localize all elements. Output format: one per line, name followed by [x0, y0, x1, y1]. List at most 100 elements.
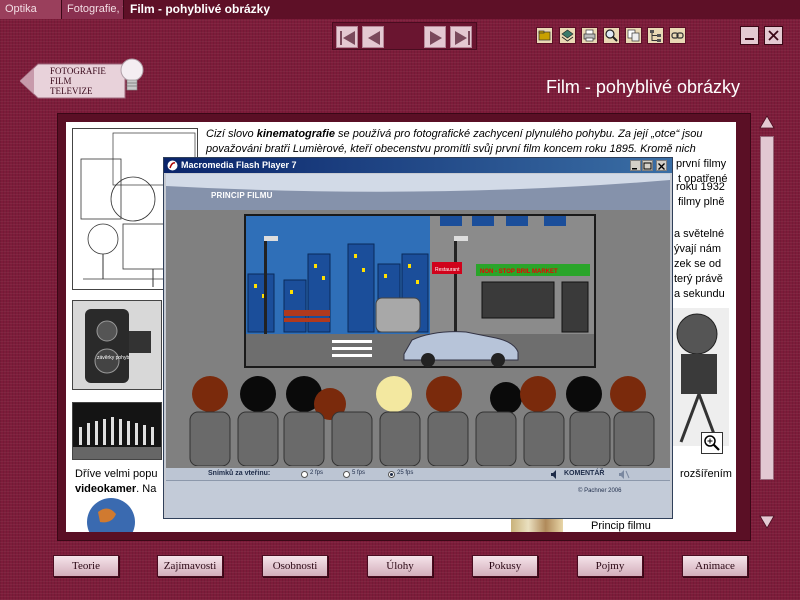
- logo-line: TELEVIZE: [50, 86, 93, 96]
- nav-controls: [332, 22, 477, 50]
- zoom-in-icon: [704, 435, 720, 451]
- flash-logo-icon: [167, 160, 178, 171]
- search-button[interactable]: [603, 27, 620, 44]
- keyword-videokamer: videokamer: [75, 483, 137, 495]
- first-icon: [340, 31, 355, 45]
- text-fragment: ývají nám: [674, 243, 722, 255]
- caption[interactable]: Princip filmu: [591, 519, 651, 532]
- bottom-text: Dříve velmi popu: [75, 468, 158, 480]
- movie-camera-image: závěrky pohyb: [72, 300, 162, 390]
- fps-radio-2[interactable]: [301, 471, 308, 478]
- film-camera-image: [671, 308, 729, 446]
- page-title: Film - pohyblivé obrázky: [545, 77, 740, 97]
- flash-banner: PRINCIP FILMU: [166, 174, 670, 210]
- menu-pokusy[interactable]: Pokusy: [472, 555, 538, 577]
- comment-button[interactable]: KOMENTÁŘ: [564, 470, 604, 477]
- search-icon: [605, 29, 618, 42]
- flash-title: Macromedia Flash Player 7: [181, 160, 297, 170]
- last-icon: [455, 31, 470, 45]
- stack-icon: [561, 29, 574, 42]
- flash-banner-label: PRINCIP FILMU: [211, 191, 273, 200]
- intro-paragraph: Cizí slovo kinematografie se používá pro…: [206, 127, 726, 157]
- globe-image: [86, 496, 136, 532]
- bottom-text-rest: . Na: [136, 483, 157, 495]
- scroll-down-button[interactable]: [759, 514, 775, 530]
- copy-icon: [627, 29, 640, 42]
- intro-text: Cizí slovo: [206, 128, 257, 140]
- maximize-icon: [643, 162, 652, 170]
- folder-button[interactable]: [536, 27, 553, 44]
- menu-zajimavosti[interactable]: Zajímavosti: [157, 555, 223, 577]
- last-button[interactable]: [450, 26, 472, 48]
- next-icon: [430, 31, 442, 45]
- close-icon: [768, 30, 779, 41]
- text-fragment: první filmy: [676, 158, 727, 170]
- fps-radio-label: 5 fps: [352, 470, 366, 476]
- flash-control-bar: Snímků za vteřinu: 2 fps 5 fps 25 fps KO…: [166, 468, 670, 481]
- breadcrumb: Optika Fotografie, fi Film - pohyblivé o…: [0, 0, 800, 19]
- flash-title-bar[interactable]: Macromedia Flash Player 7: [164, 158, 672, 173]
- minimize-icon: [745, 38, 754, 40]
- first-button[interactable]: [336, 26, 358, 48]
- print-icon: [583, 29, 596, 42]
- fps-radio-label: 2 fps: [310, 470, 324, 476]
- camera-label: závěrky pohyb: [97, 355, 129, 361]
- menu-ulohy[interactable]: Úlohy: [367, 555, 433, 577]
- speaker-icon: [551, 470, 556, 479]
- logo-line: FOTOGRAFIE: [50, 66, 106, 76]
- fps-radio-25[interactable]: [388, 471, 395, 478]
- tree-icon: [650, 30, 661, 42]
- tree-button[interactable]: [647, 27, 664, 44]
- logo-text: FOTOGRAFIE FILM TELEVIZE: [50, 66, 106, 96]
- scrollbar-thumb[interactable]: [761, 137, 773, 479]
- menu-pojmy[interactable]: Pojmy: [577, 555, 643, 577]
- scroll-up-button[interactable]: [759, 114, 775, 130]
- fps-label: Snímků za vteřinu:: [208, 470, 271, 477]
- mute-icon[interactable]: [618, 470, 630, 479]
- text-fragment: filmy plně: [678, 196, 725, 208]
- close-button[interactable]: [764, 26, 783, 45]
- breadcrumb-fotografie[interactable]: Fotografie, fi: [62, 0, 124, 19]
- flash-stage[interactable]: PRINCIP FILMU Restaurant NON - STOP BRIL…: [166, 174, 670, 518]
- flash-player-window[interactable]: Macromedia Flash Player 7 PRINCIP FILMU: [163, 157, 673, 519]
- breadcrumb-optika[interactable]: Optika: [0, 0, 62, 19]
- folder-icon: [538, 30, 551, 41]
- audience-image: [189, 376, 655, 466]
- bottom-text-right: rozšířením: [680, 468, 732, 480]
- breadcrumb-current: Film - pohyblivé obrázky: [130, 2, 271, 16]
- link-button[interactable]: [669, 27, 686, 44]
- minimize-icon: [632, 168, 637, 170]
- fps-radio-5[interactable]: [343, 471, 350, 478]
- print-button[interactable]: [581, 27, 598, 44]
- link-icon: [671, 32, 684, 39]
- restaurant-sign: Restaurant: [435, 267, 460, 273]
- text-fragment: terý právě: [674, 273, 723, 285]
- stack-button[interactable]: [559, 27, 576, 44]
- copyright: © Pachner 2006: [578, 488, 622, 494]
- flash-maximize-button[interactable]: [642, 160, 653, 171]
- bottom-text-2: videokamer. Na: [75, 482, 156, 497]
- keyword-kinematografie: kinematografie: [256, 128, 335, 140]
- text-fragment: a světelné: [674, 228, 725, 240]
- close-icon: [658, 163, 665, 170]
- menu-osobnosti[interactable]: Osobnosti: [262, 555, 328, 577]
- text-fragment: zek se od: [674, 258, 722, 270]
- text-fragment: a sekundu: [674, 288, 725, 300]
- dancers-film-image: [72, 402, 162, 460]
- logo-line: FILM: [50, 76, 72, 86]
- fps-radio-label: 25 fps: [397, 470, 414, 476]
- text-fragment: roku 1932: [676, 181, 725, 193]
- light-bulb-icon: [120, 58, 144, 91]
- prev-button[interactable]: [362, 26, 384, 48]
- zoom-button[interactable]: [701, 432, 723, 454]
- flash-close-button[interactable]: [656, 160, 667, 171]
- menu-animace[interactable]: Animace: [682, 555, 748, 577]
- prev-icon: [368, 31, 380, 45]
- shop-sign: NON - STOP BRIL MARKET: [480, 269, 558, 275]
- next-button[interactable]: [424, 26, 446, 48]
- minimize-button[interactable]: [740, 26, 759, 45]
- city-scene-image: Restaurant NON - STOP BRIL MARKET: [244, 214, 596, 368]
- flash-minimize-button[interactable]: [630, 160, 641, 171]
- copy-button[interactable]: [625, 27, 642, 44]
- menu-teorie[interactable]: Teorie: [53, 555, 119, 577]
